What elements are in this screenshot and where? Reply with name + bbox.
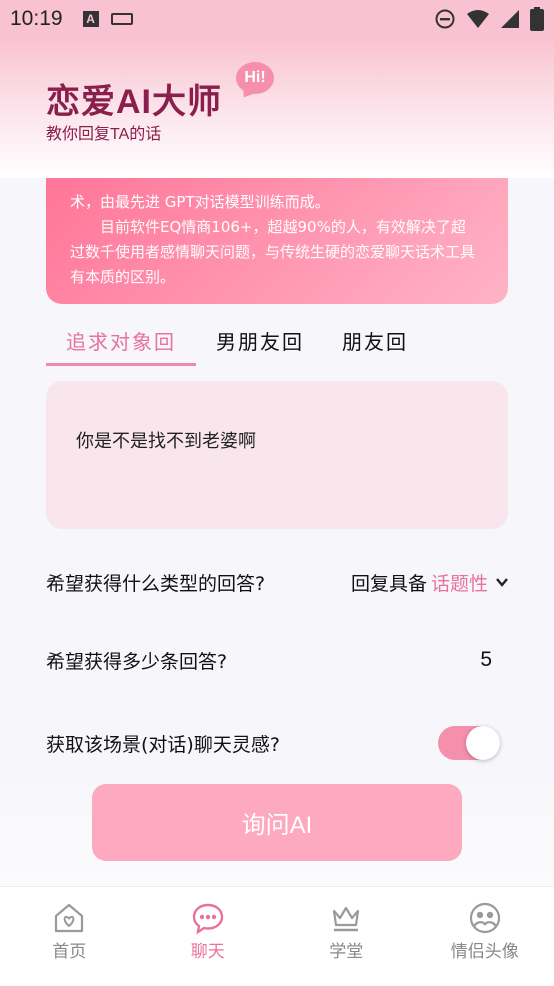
tab-pursuit[interactable]: 追求对象回 xyxy=(46,322,196,366)
message-input[interactable]: 你是不是找不到老婆啊 xyxy=(46,381,508,529)
keyboard-icon xyxy=(110,13,133,25)
nav-item-home[interactable]: 首页 xyxy=(0,887,139,986)
answer-type-row: 希望获得什么类型的回答? 回复具备 话题性 xyxy=(46,562,508,602)
tab-boyfriend[interactable]: 男朋友回 xyxy=(216,322,304,366)
inspiration-toggle[interactable] xyxy=(438,726,500,760)
bottom-nav: 首页 聊天 学堂 情侣头像 xyxy=(0,886,554,986)
inspiration-label: 获取该场景(对话)聊天灵感? xyxy=(46,733,280,756)
chevron-down-icon xyxy=(496,578,508,587)
signal-icon xyxy=(501,10,519,28)
answer-type-value: 话题性 xyxy=(430,572,488,595)
wifi-icon xyxy=(467,10,489,28)
status-icons xyxy=(434,7,544,31)
tab-friend[interactable]: 朋友回 xyxy=(342,322,408,366)
nav-label-academy: 学堂 xyxy=(329,942,364,962)
intro-paragraph-1: 术，由最先进 GPT对话模型训练而成。 xyxy=(70,193,330,211)
app-title: 恋爱AI大师 xyxy=(46,83,222,121)
nav-item-academy[interactable]: 学堂 xyxy=(277,887,416,986)
inspiration-row: 获取该场景(对话)聊天灵感? xyxy=(46,723,508,763)
dnd-icon xyxy=(435,9,455,29)
couple-avatar-icon xyxy=(469,902,500,934)
nav-item-couple-avatar[interactable]: 情侣头像 xyxy=(416,887,554,986)
notification-a-icon: A xyxy=(82,11,99,27)
answer-type-select[interactable]: 回复具备 话题性 xyxy=(351,569,508,596)
status-time: 10:19 xyxy=(10,7,63,30)
home-heart-icon xyxy=(55,903,84,933)
answer-type-label: 希望获得什么类型的回答? xyxy=(46,572,266,595)
answer-count-label: 希望获得多少条回答? xyxy=(46,650,228,673)
toggle-knob xyxy=(466,726,500,760)
nav-item-chat[interactable]: 聊天 xyxy=(139,887,278,986)
answer-count-value[interactable]: 5 xyxy=(480,648,492,672)
crown-icon xyxy=(333,906,360,932)
nav-label-chat: 聊天 xyxy=(190,942,225,962)
battery-icon xyxy=(530,7,544,31)
intro-paragraph-2: 目前软件EQ情商106+，超越90%的人，有效解决了超过数千使用者感情聊天问题，… xyxy=(70,218,476,286)
status-bar: 10:19 A xyxy=(0,0,554,38)
ask-area: 询问AI xyxy=(0,768,554,886)
hi-badge: Hi! xyxy=(236,62,274,94)
answer-type-prefix: 回复具备 xyxy=(350,572,427,595)
app-subtitle: 教你回复TA的话 xyxy=(46,126,162,143)
nav-label-couple-avatar: 情侣头像 xyxy=(450,942,519,962)
app-header: 恋爱AI大师 Hi! 教你回复TA的话 xyxy=(0,38,554,178)
reply-tabs: 追求对象回 男朋友回 朋友回 xyxy=(46,322,466,368)
nav-label-home: 首页 xyxy=(52,942,87,962)
chat-bubble-icon xyxy=(192,903,223,935)
ask-ai-button[interactable]: 询问AI xyxy=(92,784,462,861)
answer-count-row: 希望获得多少条回答? 5 xyxy=(46,640,508,680)
